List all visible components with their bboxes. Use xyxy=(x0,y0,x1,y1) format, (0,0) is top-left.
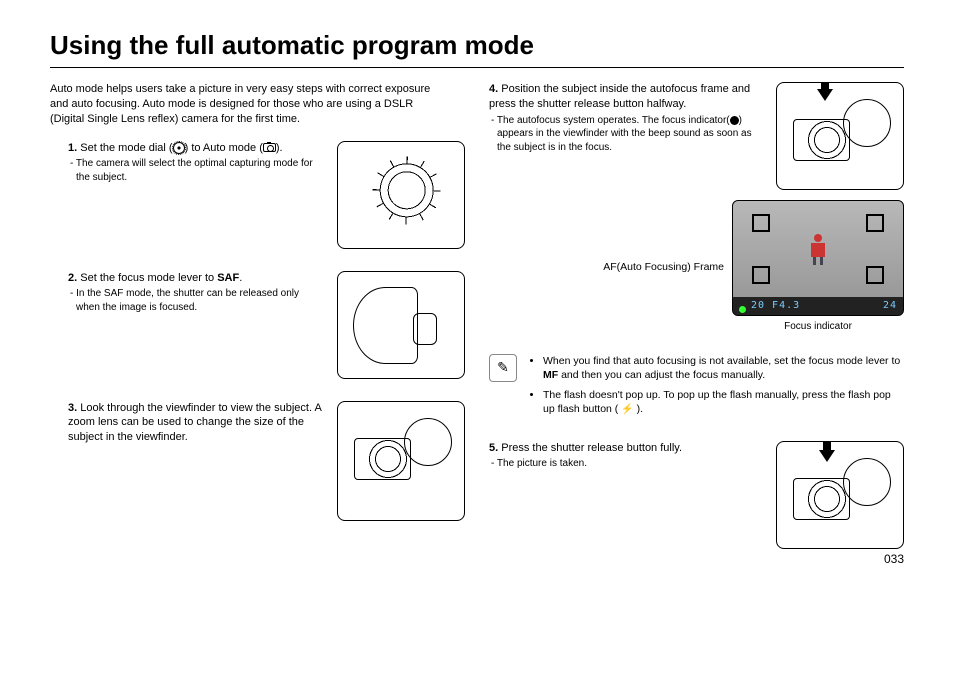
left-column: Auto mode helps users take a picture in … xyxy=(50,82,465,549)
step-4-illustration xyxy=(776,82,904,190)
viewfinder-lcd: 20 F4.3 24 xyxy=(732,200,904,316)
step-1-sub: - The camera will select the optimal cap… xyxy=(68,157,323,184)
step-4-sub-a: - The autofocus system operates. The foc… xyxy=(491,115,730,126)
step-2-saf: SAF xyxy=(217,272,239,284)
right-column: 4. Position the subject inside the autof… xyxy=(489,82,904,549)
step-2-sub: - In the SAF mode, the shutter can be re… xyxy=(68,287,323,314)
mode-dial-icon xyxy=(173,142,185,154)
af-frame-block: AF(Auto Focusing) Frame xyxy=(489,200,904,334)
step-2-illustration xyxy=(337,271,465,379)
note-box: ✎ When you find that auto focusing is no… xyxy=(489,354,904,423)
note-item-2: The flash doesn't pop up. To pop up the … xyxy=(543,388,904,417)
step-2-text-a: Set the focus mode lever to xyxy=(80,272,217,284)
note-item-1: When you find that auto focusing is not … xyxy=(543,354,904,382)
step-5-illustration xyxy=(776,441,904,549)
focus-indicator-icon xyxy=(730,116,739,125)
intro-text: Auto mode helps users take a picture in … xyxy=(50,82,440,127)
step-4-number: 4. xyxy=(489,83,498,95)
af-frame-label: AF(Auto Focusing) Frame xyxy=(603,260,724,274)
step-1-text-b: ) to Auto mode ( xyxy=(185,142,263,154)
step-2-text-b: . xyxy=(239,272,242,284)
step-1-text-c: ). xyxy=(276,142,283,154)
lcd-info-bar: 20 F4.3 24 xyxy=(733,297,903,315)
auto-mode-camera-icon xyxy=(263,143,276,152)
lcd-left-readout: 20 F4.3 xyxy=(751,299,800,313)
step-2-number: 2. xyxy=(68,272,77,284)
note-pencil-icon: ✎ xyxy=(489,354,517,382)
af-leader-line xyxy=(732,249,733,250)
step-3-text: Look through the viewfinder to view the … xyxy=(68,402,321,444)
step-5: 5. Press the shutter release button full… xyxy=(489,441,904,549)
step-3-number: 3. xyxy=(68,402,77,414)
step-3-illustration xyxy=(337,401,465,521)
step-4: 4. Position the subject inside the autof… xyxy=(489,82,904,190)
focus-indicator-label: Focus indicator xyxy=(732,320,904,334)
step-1: 1. Set the mode dial ( ) to Auto mode ().… xyxy=(50,141,465,249)
subject-figure xyxy=(807,234,829,264)
step-5-number: 5. xyxy=(489,442,498,454)
flash-icon xyxy=(621,403,633,415)
step-3: 3. Look through the viewfinder to view t… xyxy=(50,401,465,521)
page-number: 033 xyxy=(50,551,904,567)
step-5-text: Press the shutter release button fully. xyxy=(501,442,682,454)
step-5-sub: - The picture is taken. xyxy=(489,457,762,471)
step-4-text: Position the subject inside the autofocu… xyxy=(489,83,750,110)
focus-indicator-dot xyxy=(739,306,746,313)
step-1-number: 1. xyxy=(68,142,77,154)
page-title: Using the full automatic program mode xyxy=(50,28,904,68)
step-2: 2. Set the focus mode lever to SAF. - In… xyxy=(50,271,465,379)
step-1-illustration xyxy=(337,141,465,249)
lcd-right-readout: 24 xyxy=(883,299,897,313)
step-1-text-a: Set the mode dial ( xyxy=(80,142,172,154)
content-columns: Auto mode helps users take a picture in … xyxy=(50,82,904,549)
